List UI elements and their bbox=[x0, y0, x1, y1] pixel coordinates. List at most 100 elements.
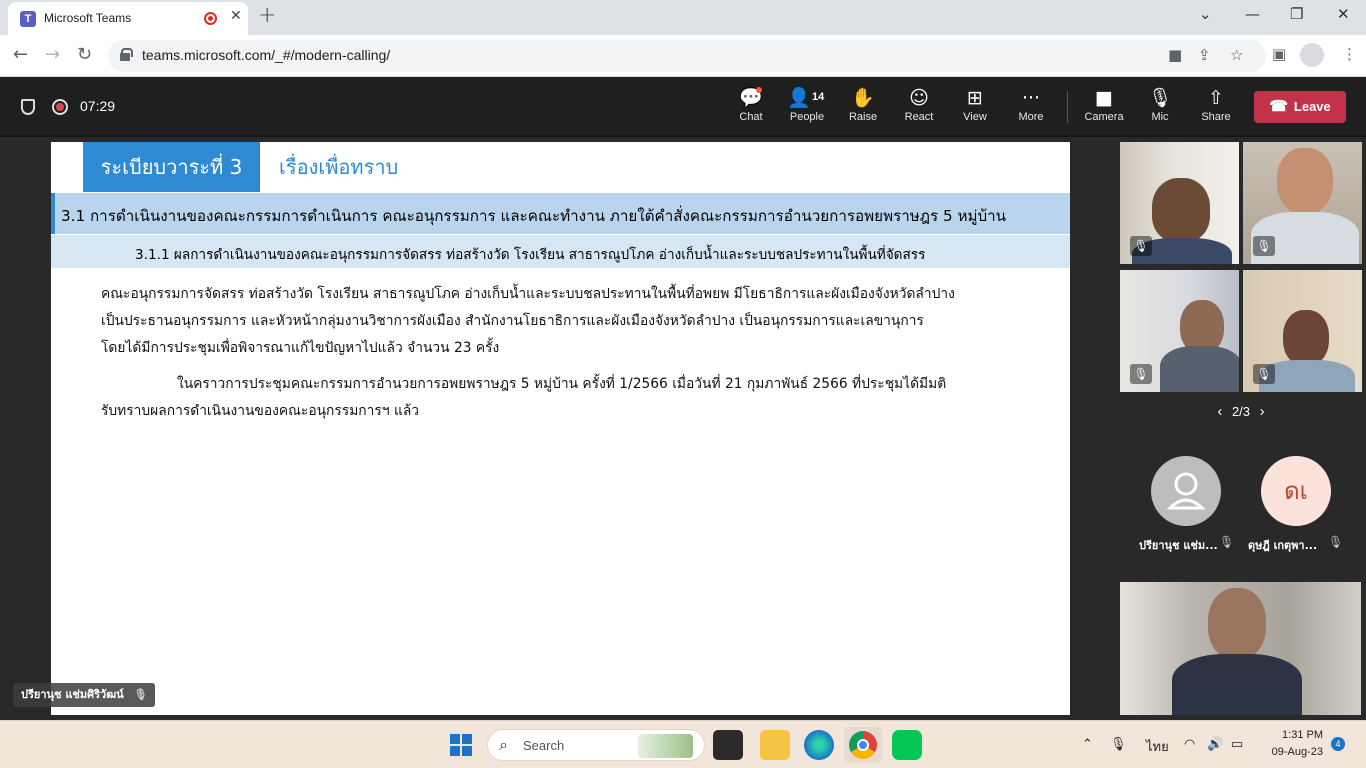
participant-face bbox=[1277, 148, 1333, 214]
page-indicator: 2/3 bbox=[1231, 404, 1251, 419]
bookmark-star-icon[interactable]: ☆ bbox=[1230, 46, 1243, 64]
recording-icon bbox=[52, 99, 68, 115]
paragraph-2-line-2: รับทราบผลการดำเนินงานของคณะอนุกรรมการฯ แ… bbox=[101, 403, 420, 419]
video-tile-4[interactable]: 🎙 bbox=[1243, 270, 1362, 392]
windows-taskbar: ⌕ Search ⌃ 🎙 ไทย ◠ 🔊 ▭ 1:31 PM 09-Aug-23… bbox=[0, 720, 1366, 768]
participant-body bbox=[1160, 346, 1239, 392]
video-camera-icon: ■ bbox=[1095, 87, 1113, 109]
leave-label: Leave bbox=[1293, 99, 1331, 114]
person-icon bbox=[1166, 472, 1206, 510]
more-label: More bbox=[1018, 111, 1044, 123]
windows-start-icon[interactable] bbox=[450, 734, 472, 756]
mic-off-icon: 🎙 bbox=[1219, 535, 1235, 549]
search-highlight-image bbox=[638, 734, 693, 758]
microphone-tray-icon[interactable]: 🎙 bbox=[1110, 736, 1127, 752]
mic-off-icon: 🎙 bbox=[1328, 535, 1344, 549]
show-hidden-icons-icon[interactable]: ⌃ bbox=[1082, 736, 1093, 752]
forward-button[interactable]: → bbox=[45, 44, 60, 65]
maximize-button[interactable]: ❐ bbox=[1290, 5, 1303, 23]
presenter-video[interactable] bbox=[1120, 582, 1361, 715]
mic-off-icon: 🎙 bbox=[1253, 236, 1275, 256]
back-button[interactable]: ← bbox=[13, 44, 28, 65]
hand-icon: ✋ bbox=[851, 87, 875, 109]
task-view-icon[interactable] bbox=[713, 730, 743, 760]
presenter-body bbox=[1172, 654, 1302, 715]
chrome-icon-center bbox=[857, 739, 869, 751]
presenter-name-tag: ปรียานุช แช่มศิริวัฒน์ 🎙 bbox=[13, 683, 156, 707]
new-tab-button[interactable]: + bbox=[258, 3, 276, 28]
video-tile-3[interactable]: 🎙 bbox=[1120, 270, 1239, 392]
mic-label: Mic bbox=[1151, 111, 1169, 123]
wifi-icon[interactable]: ◠ bbox=[1184, 736, 1195, 752]
share-button[interactable]: ⇧ Share bbox=[1188, 85, 1244, 131]
shared-content-slide: ระเบียบวาระที่ 3 เรื่องเพื่อทราบ 3.1 การ… bbox=[51, 142, 1070, 715]
tab-close-icon[interactable]: ✕ bbox=[230, 8, 242, 24]
previous-page-icon[interactable]: ‹ bbox=[1217, 403, 1222, 420]
share-screen-icon: ⇧ bbox=[1208, 87, 1224, 109]
side-panel-icon[interactable]: ▣ bbox=[1272, 45, 1286, 63]
people-label: People bbox=[789, 111, 825, 123]
shield-icon[interactable] bbox=[21, 99, 35, 115]
browser-menu-icon[interactable]: ⋮ bbox=[1342, 45, 1357, 63]
minimize-button[interactable]: — bbox=[1245, 5, 1260, 23]
browser-tab-bar: T Microsoft Teams ✕ + ⌄ — ❐ ✕ bbox=[0, 0, 1366, 35]
close-window-button[interactable]: ✕ bbox=[1337, 5, 1350, 23]
people-count: 14 bbox=[812, 91, 825, 103]
video-tile-2[interactable]: 🎙 bbox=[1243, 142, 1362, 264]
gallery-pager: ‹ 2/3 › bbox=[1208, 402, 1274, 422]
paragraph-1-line-2: เป็นประธานอนุกรรมการ และหัวหน้ากลุ่มงานว… bbox=[101, 313, 924, 329]
camera-label: Camera bbox=[1084, 111, 1124, 123]
participant-face bbox=[1152, 178, 1210, 242]
camera-button[interactable]: ■ Camera bbox=[1076, 85, 1132, 131]
more-dots-icon: ··· bbox=[1021, 87, 1041, 109]
taskbar-search[interactable]: ⌕ Search bbox=[487, 729, 705, 761]
browser-tab-teams[interactable]: T Microsoft Teams ✕ bbox=[8, 2, 248, 35]
profile-avatar[interactable] bbox=[1300, 43, 1324, 67]
search-icon: ⌕ bbox=[499, 735, 508, 754]
lock-icon[interactable] bbox=[120, 48, 133, 61]
tab-search-icon[interactable]: ⌄ bbox=[1199, 5, 1212, 23]
url-text[interactable]: teams.microsoft.com/_#/modern-calling/ bbox=[142, 47, 390, 63]
line-app-icon[interactable] bbox=[892, 730, 922, 760]
share-page-icon[interactable]: ⇪ bbox=[1198, 46, 1211, 64]
smiley-icon: ☺ bbox=[909, 87, 929, 109]
address-bar[interactable]: teams.microsoft.com/_#/modern-calling/ ■… bbox=[108, 40, 1266, 72]
mic-off-icon: 🎙 bbox=[133, 688, 148, 701]
agenda-topic: เรื่องเพื่อทราบ bbox=[279, 155, 399, 179]
view-button[interactable]: ⊞ View bbox=[947, 85, 1003, 131]
chrome-taskbar-item[interactable] bbox=[844, 727, 882, 763]
mic-button[interactable]: 🎙 Mic bbox=[1132, 85, 1188, 131]
volume-icon[interactable]: 🔊 bbox=[1207, 736, 1223, 752]
presenter-face bbox=[1208, 588, 1266, 660]
subsection-heading-bar: 3.1.1 ผลการดำเนินงานของคณะอนุกรรมการจัดส… bbox=[51, 235, 1070, 268]
camera-permission-icon[interactable]: ■ bbox=[1168, 46, 1182, 64]
reload-button[interactable]: ↻ bbox=[77, 44, 92, 65]
participant-avatar-2[interactable]: ดเ bbox=[1261, 456, 1331, 526]
battery-icon[interactable]: ▭ bbox=[1231, 736, 1243, 752]
share-label: Share bbox=[1201, 111, 1231, 123]
paragraph-1-line-1: คณะอนุกรรมการจัดสรร ท่อสร้างวัด โรงเรียน… bbox=[101, 286, 955, 302]
hang-up-icon: ☎ bbox=[1269, 98, 1288, 115]
raise-hand-button[interactable]: ✋ Raise bbox=[835, 85, 891, 131]
next-page-icon[interactable]: › bbox=[1260, 403, 1265, 420]
react-button[interactable]: ☺ React bbox=[891, 85, 947, 131]
grid-view-icon: ⊞ bbox=[967, 87, 983, 109]
chat-notification-dot bbox=[756, 87, 762, 93]
input-language[interactable]: ไทย bbox=[1146, 736, 1169, 757]
toolbar-divider bbox=[1067, 91, 1068, 123]
clock-date[interactable]: 09-Aug-23 bbox=[1257, 746, 1323, 758]
notification-badge[interactable]: 4 bbox=[1331, 737, 1345, 751]
leave-button[interactable]: ☎ Leave bbox=[1254, 91, 1346, 123]
mic-off-icon: 🎙 bbox=[1130, 364, 1152, 384]
participant-avatar-1[interactable] bbox=[1151, 456, 1221, 526]
file-explorer-icon[interactable] bbox=[760, 730, 790, 760]
paragraph-2-line-1: ในคราวการประชุมคณะกรรมการอำนวยการอพยพราษ… bbox=[177, 376, 947, 392]
edge-browser-icon[interactable] bbox=[804, 730, 834, 760]
mic-muted-icon: 🎙 bbox=[1147, 87, 1173, 109]
mic-off-icon: 🎙 bbox=[1253, 364, 1275, 384]
people-button[interactable]: 👤 14 People bbox=[779, 85, 835, 131]
more-button[interactable]: ··· More bbox=[1003, 85, 1059, 131]
teams-favicon-icon: T bbox=[20, 11, 36, 27]
clock-time[interactable]: 1:31 PM bbox=[1267, 729, 1323, 741]
video-tile-1[interactable]: 🎙 bbox=[1120, 142, 1239, 264]
